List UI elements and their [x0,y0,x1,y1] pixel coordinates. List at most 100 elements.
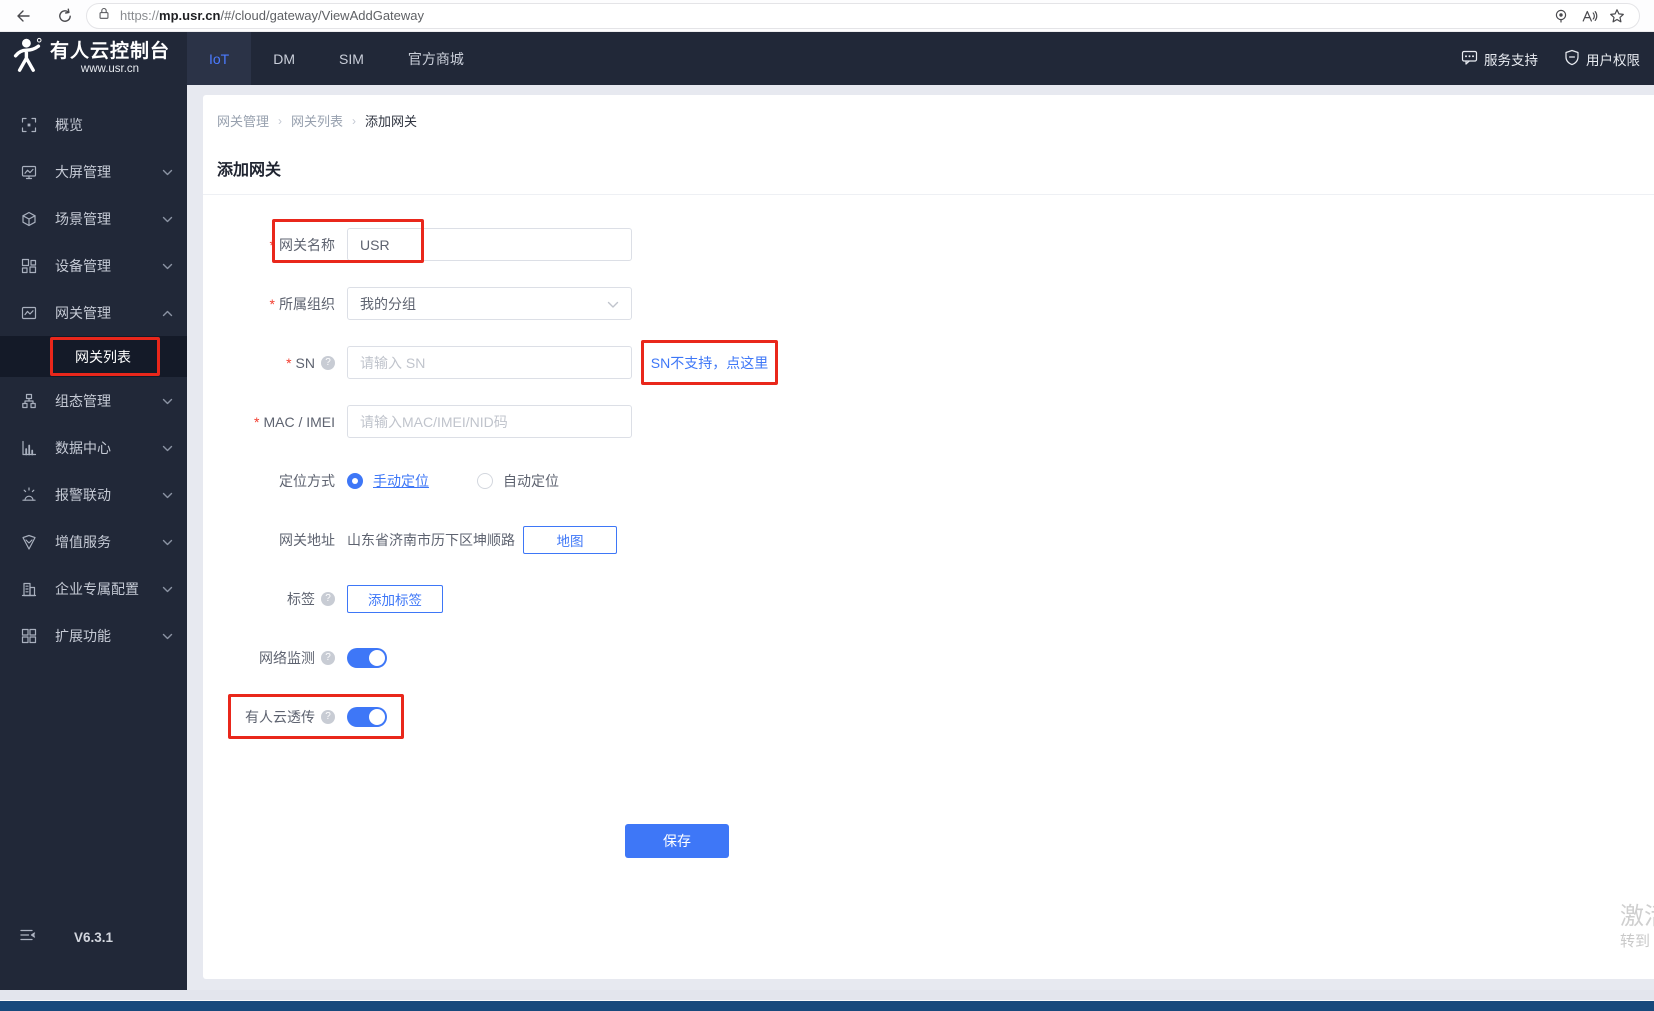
radio-selected-icon[interactable] [347,472,363,489]
location-mode-label-group: 定位方式 [215,471,335,491]
organization-select-value: 我的分组 [360,295,416,312]
sn-help-icon[interactable]: ? [321,355,335,370]
user-permissions-link[interactable]: 用户权限 [1564,49,1640,69]
row-mac-imei: * MAC / IMEI [215,405,1654,438]
chevron-down-icon [162,210,173,228]
sidebar-item-vas[interactable]: 增值服务 [0,518,187,565]
required-asterisk: * [286,354,292,371]
mac-label-group: * MAC / IMEI [215,414,335,430]
chevron-down-icon [162,580,173,598]
organization-select[interactable]: 我的分组 [347,287,632,320]
screen: https://mp.usr.cn/#/cloud/gateway/ViewAd… [0,0,1654,1011]
sidebar-item-label: 概览 [55,116,83,133]
breadcrumb-separator: › [278,113,283,128]
radio-manual-location[interactable]: 手动定位 [347,471,429,491]
sidebar-item-scene[interactable]: 场景管理 [0,195,187,242]
usr-person-logo-icon [10,36,44,81]
vas-icon [21,533,38,550]
cloud-passthrough-toggle[interactable] [347,706,387,727]
highlight-box-sn-link: SN不支持，点这里 [641,340,778,385]
chat-icon [1461,49,1478,68]
radio-auto-location[interactable]: 自动定位 [477,471,559,491]
tab-sim[interactable]: SIM [317,32,386,85]
service-support-link[interactable]: 服务支持 [1461,49,1538,69]
sidebar-item-bigscreen[interactable]: 大屏管理 [0,148,187,195]
content-card: 网关管理 › 网关列表 › 添加网关 添加网关 * 网关名称 USR * 所属组… [203,95,1654,979]
row-organization: * 所属组织 我的分组 [215,287,1654,320]
radio-unselected-icon[interactable] [477,472,493,489]
sidebar-item-extension[interactable]: 扩展功能 [0,612,187,659]
network-monitor-toggle[interactable] [347,647,387,668]
tab-iot[interactable]: IoT [187,32,252,85]
main-content: 网关管理 › 网关列表 › 添加网关 添加网关 * 网关名称 USR * 所属组… [187,85,1654,990]
sidebar-item-alarm[interactable]: 报警联动 [0,471,187,518]
row-gateway-name: * 网关名称 [215,219,1654,263]
row-gateway-address: 网关地址 山东省济南市历下区坤顺路 地图 [215,523,1654,556]
cloud-passthrough-help-icon[interactable]: ? [321,709,335,724]
add-gateway-form: * 网关名称 * 所属组织 我的分组 [203,195,1654,858]
back-icon[interactable] [8,3,38,29]
cloud-passthrough-label-group: 有人云透传 ? [215,707,335,727]
refresh-icon[interactable] [50,3,80,29]
sn-label: SN [295,354,315,371]
add-tag-button[interactable]: 添加标签 [347,584,443,613]
scene-icon [21,210,38,227]
sidebar-item-overview[interactable]: 概览 [0,101,187,148]
network-monitor-label: 网络监测 [259,649,315,666]
save-button[interactable]: 保存 [625,824,729,858]
tags-help-icon[interactable]: ? [321,591,335,606]
sidebar-item-device[interactable]: 设备管理 [0,242,187,289]
url-path: /#/cloud/gateway/ViewAddGateway [220,8,425,23]
sidebar-item-label: 数据中心 [55,439,111,456]
radio-auto-location-label[interactable]: 自动定位 [503,471,559,491]
sidebar-item-gateway[interactable]: 网关管理 [0,289,187,336]
sidebar-item-datacenter[interactable]: 数据中心 [0,424,187,471]
required-asterisk: * [269,295,275,312]
address-bar[interactable]: https://mp.usr.cn/#/cloud/gateway/ViewAd… [86,2,1640,29]
sn-input[interactable] [347,346,632,379]
star-icon[interactable] [1603,4,1631,28]
alarm-icon [21,486,38,503]
sn-not-supported-link[interactable]: SN不支持，点这里 [651,353,768,373]
sidebar-item-config[interactable]: 组态管理 [0,377,187,424]
network-monitor-help-icon[interactable]: ? [321,650,335,665]
sidebar-item-label: 增值服务 [55,533,111,550]
app-logo[interactable]: 有人云控制台 www.usr.cn [0,32,187,85]
sidebar-item-enterprise[interactable]: 企业专属配置 [0,565,187,612]
required-asterisk: * [269,236,275,253]
gateway-address-label-group: 网关地址 [215,530,335,550]
breadcrumb-gateway-management[interactable]: 网关管理 [217,111,269,130]
sidebar-item-gateway-list[interactable]: 网关列表 [0,336,187,377]
row-sn: * SN ? SN不支持，点这里 [215,340,1654,385]
datacenter-icon [21,439,38,456]
logo-title: 有人云控制台 [50,41,171,62]
required-asterisk: * [253,413,260,430]
shield-icon [1564,49,1580,69]
breadcrumb-gateway-list[interactable]: 网关列表 [291,111,343,130]
gateway-icon [21,304,38,321]
device-icon [21,257,38,274]
mac-imei-input[interactable] [347,405,632,438]
url-scheme: https:// [120,8,160,23]
gateway-name-input[interactable] [347,228,632,261]
chevron-down-icon [162,163,173,181]
map-button[interactable]: 地图 [523,525,617,554]
collapse-sidebar-icon[interactable] [20,927,36,948]
sidebar-item-label: 扩展功能 [55,627,111,644]
browser-toolbar: https://mp.usr.cn/#/cloud/gateway/ViewAd… [0,0,1654,32]
service-support-label: 服务支持 [1484,52,1538,68]
sidebar-item-label: 设备管理 [55,257,111,274]
read-aloud-icon[interactable] [1575,4,1603,28]
bottom-gray-strip [0,990,1654,1001]
chevron-down-icon [162,439,173,457]
tab-official-store[interactable]: 官方商城 [386,32,486,85]
logo-text: 有人云控制台 www.usr.cn [50,41,170,76]
url-host: mp.usr.cn [159,8,221,23]
row-tags: 标签 ? 添加标签 [215,582,1654,615]
target-icon[interactable] [1547,4,1575,28]
network-monitor-label-group: 网络监测 ? [215,648,335,668]
row-cloud-passthrough: 有人云透传 ? [215,694,1654,739]
tab-dm[interactable]: DM [251,32,317,85]
radio-manual-location-label[interactable]: 手动定位 [373,471,429,491]
sidebar-item-label: 组态管理 [55,392,111,409]
